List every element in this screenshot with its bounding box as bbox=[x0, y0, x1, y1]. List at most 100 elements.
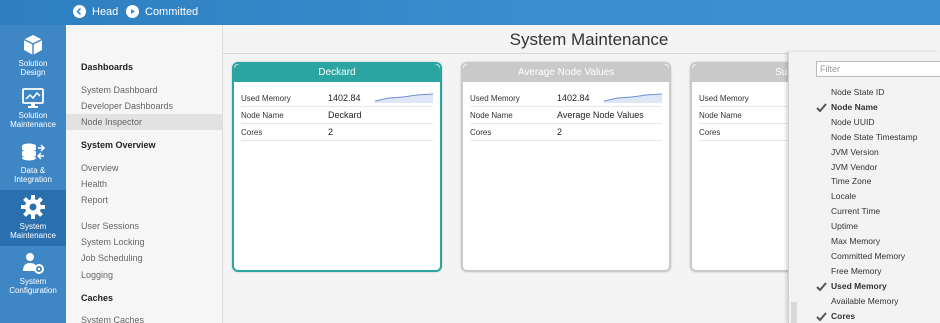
monitor-chart-icon bbox=[22, 88, 44, 108]
rail-label-1: Solution bbox=[18, 111, 48, 120]
nav-user-sessions[interactable]: User Sessions bbox=[66, 218, 222, 234]
database-arrows-icon bbox=[22, 143, 46, 161]
nav-job-scheduling[interactable]: Job Scheduling bbox=[66, 250, 222, 266]
card-row-node-name: Node Name Deckard bbox=[241, 107, 433, 124]
nav-report[interactable]: Report bbox=[66, 192, 222, 208]
row-value: 1402.84 bbox=[328, 93, 361, 103]
nav-health[interactable]: Health bbox=[66, 176, 222, 192]
rail-label-1: Data & bbox=[20, 166, 46, 175]
row-label: Used Memory bbox=[470, 94, 520, 103]
caches-header: Caches bbox=[81, 293, 114, 303]
option-label: Max Memory bbox=[831, 236, 881, 246]
rail-item-data-integration[interactable]: Data & Integration bbox=[0, 138, 66, 192]
head-button[interactable]: Head bbox=[73, 5, 118, 18]
column-option[interactable]: Free Memory bbox=[789, 264, 940, 279]
nav-system-locking[interactable]: System Locking bbox=[66, 234, 222, 250]
row-label: Used Memory bbox=[699, 94, 749, 103]
sparkline bbox=[604, 93, 662, 103]
left-rail: Solution Design Solution Maintenance Dat… bbox=[0, 25, 66, 323]
secondary-nav: Dashboards System Dashboard Developer Da… bbox=[66, 25, 223, 323]
back-arrow-icon bbox=[73, 5, 86, 18]
nav-system-dashboard[interactable]: System Dashboard bbox=[66, 82, 222, 98]
user-gear-icon bbox=[23, 253, 44, 274]
column-option[interactable]: Available Memory bbox=[789, 294, 940, 309]
option-label: JVM Vendor bbox=[831, 161, 878, 172]
committed-label: Committed bbox=[145, 5, 199, 18]
nav-node-inspector[interactable]: Node Inspector bbox=[66, 114, 222, 130]
rail-label-2: Maintenance bbox=[10, 120, 56, 129]
card-row-cores: Cores 2 bbox=[241, 124, 433, 141]
gear-icon bbox=[21, 195, 45, 219]
nav-developer-dashboards[interactable]: Developer Dashboards bbox=[66, 98, 222, 114]
row-label: Cores bbox=[241, 128, 263, 137]
row-value: Deckard bbox=[328, 110, 362, 120]
nav-logging[interactable]: Logging bbox=[66, 267, 222, 283]
rail-label-2: Maintenance bbox=[10, 231, 56, 240]
node-card-deckard[interactable]: Deckard Used Memory 1402.84 Node Name De… bbox=[232, 62, 442, 272]
rail-item-system-maintenance[interactable]: System Maintenance bbox=[0, 190, 66, 246]
column-option[interactable]: Max Memory bbox=[789, 234, 940, 249]
rail-label-2: Configuration bbox=[9, 286, 57, 295]
rail-label-2: Integration bbox=[14, 175, 52, 184]
cube-icon bbox=[23, 35, 43, 55]
option-label: Cores bbox=[831, 310, 856, 321]
checkmark-icon bbox=[816, 103, 827, 112]
option-label: JVM Version bbox=[831, 146, 879, 157]
rail-item-solution-maintenance[interactable]: Solution Maintenance bbox=[0, 83, 66, 137]
column-option[interactable]: Locale bbox=[789, 189, 940, 204]
card-row-used-memory: Used Memory 1402.84 bbox=[470, 90, 662, 107]
column-option[interactable]: Time Zone bbox=[789, 174, 940, 189]
column-option[interactable]: JVM Vendor bbox=[789, 160, 940, 175]
column-option[interactable]: Uptime bbox=[789, 219, 940, 234]
card-row-cores: Cores 2 bbox=[470, 124, 662, 141]
node-card-average[interactable]: Average Node Values Used Memory 1402.84 … bbox=[461, 62, 671, 272]
option-label: Uptime bbox=[831, 221, 858, 232]
column-picker-panel: Node State ID Node Name Node UUID Node Stat… bbox=[788, 52, 940, 323]
play-icon bbox=[126, 5, 139, 18]
checkmark-icon bbox=[816, 311, 827, 321]
option-label: Time Zone bbox=[831, 176, 872, 187]
column-option[interactable]: Node UUID bbox=[789, 115, 940, 130]
sparkline bbox=[375, 93, 433, 103]
scrollbar[interactable] bbox=[791, 302, 797, 323]
row-label: Used Memory bbox=[241, 94, 291, 103]
option-label: Available Memory bbox=[831, 295, 899, 306]
rail-item-system-configuration[interactable]: System Configuration bbox=[0, 247, 66, 301]
column-option[interactable]: Used Memory bbox=[789, 279, 940, 294]
system-overview-header: System Overview bbox=[81, 140, 156, 150]
top-bar: Head Committed bbox=[0, 0, 940, 25]
option-label: Free Memory bbox=[831, 265, 882, 276]
option-label: Committed Memory bbox=[831, 250, 906, 261]
rail-label-1: System bbox=[19, 277, 47, 286]
card-row-used-memory: Used Memory 1402.84 bbox=[241, 90, 433, 107]
column-option[interactable]: Current Time bbox=[789, 204, 940, 219]
row-label: Node Name bbox=[241, 111, 284, 120]
row-label: Cores bbox=[699, 128, 721, 137]
row-value: 1402.84 bbox=[557, 93, 590, 103]
option-label: Node State ID bbox=[831, 87, 885, 97]
option-label: Node State Timestamp bbox=[831, 131, 918, 142]
column-option[interactable]: Cores bbox=[789, 309, 940, 323]
nav-system-caches[interactable]: System Caches bbox=[66, 312, 222, 323]
option-label: Node UUID bbox=[831, 116, 875, 127]
filter-input[interactable] bbox=[816, 61, 940, 77]
checkmark-icon bbox=[816, 282, 827, 291]
column-option[interactable]: Node State Timestamp bbox=[789, 130, 940, 145]
column-option[interactable]: Node Name bbox=[789, 100, 940, 115]
nav-overview[interactable]: Overview bbox=[66, 160, 222, 176]
option-label: Node Name bbox=[831, 101, 878, 112]
committed-button[interactable]: Committed bbox=[126, 5, 198, 18]
page-title: System Maintenance bbox=[509, 30, 669, 49]
option-label: Locale bbox=[831, 191, 857, 202]
rail-label-2: Design bbox=[20, 68, 46, 77]
row-value: 2 bbox=[557, 127, 563, 137]
rail-label-1: System bbox=[19, 222, 47, 231]
column-option[interactable]: Node State ID bbox=[789, 85, 940, 100]
rail-item-solution-design[interactable]: Solution Design bbox=[0, 29, 66, 83]
row-value: 2 bbox=[328, 127, 334, 137]
row-label: Cores bbox=[470, 128, 492, 137]
column-option[interactable]: JVM Version bbox=[789, 145, 940, 160]
row-label: Node Name bbox=[470, 111, 513, 120]
option-label: Current Time bbox=[831, 206, 881, 217]
column-option[interactable]: Committed Memory bbox=[789, 249, 940, 264]
